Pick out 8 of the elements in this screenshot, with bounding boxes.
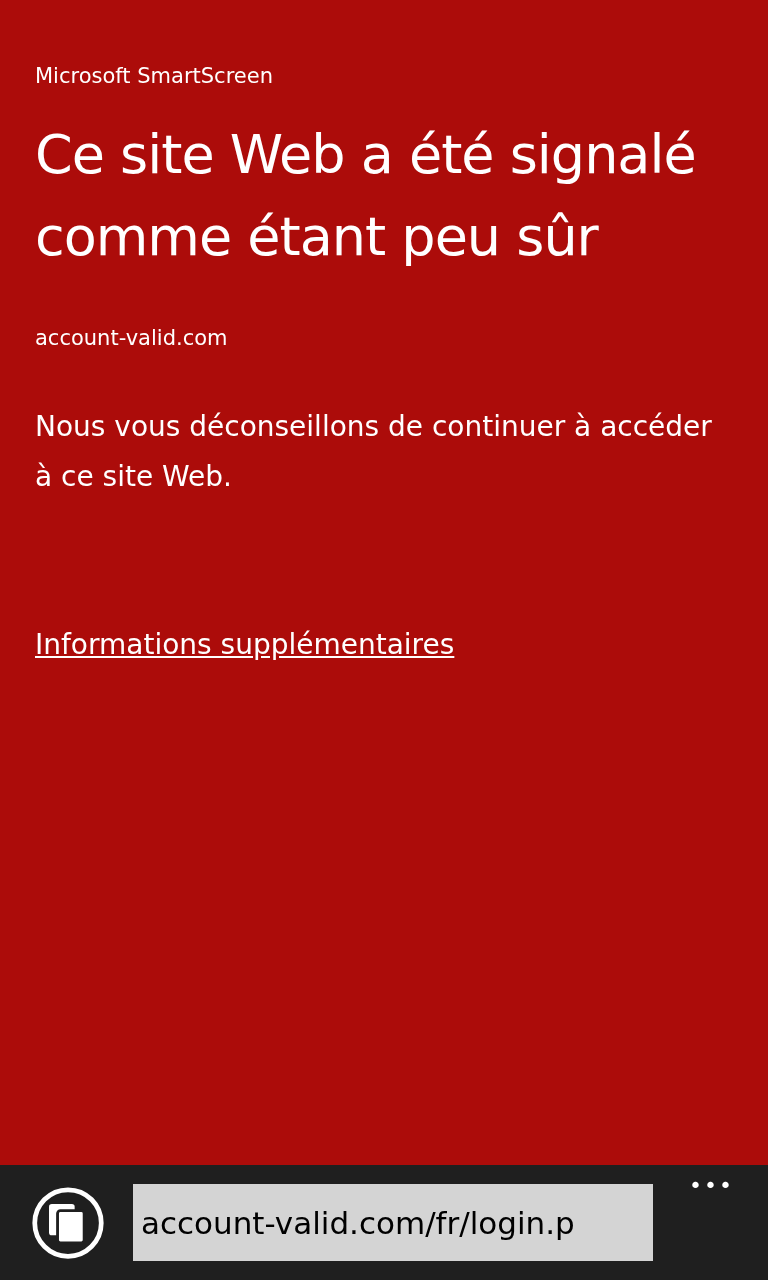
address-field[interactable]: account-valid.com/fr/login.p: [133, 1184, 653, 1261]
warning-heading: Ce site Web a été signalé comme étant peu sûr: [35, 122, 697, 270]
tabs-icon[interactable]: [30, 1185, 106, 1261]
more-info-link[interactable]: Informations supplémentaires: [35, 628, 455, 661]
warning-message: Nous vous déconseillons de continuer à accéder à ce site Web.: [35, 409, 713, 495]
app-title: Microsoft SmartScreen: [35, 63, 273, 90]
more-button[interactable]: •••: [689, 1173, 734, 1198]
site-domain: account-valid.com: [35, 326, 228, 350]
